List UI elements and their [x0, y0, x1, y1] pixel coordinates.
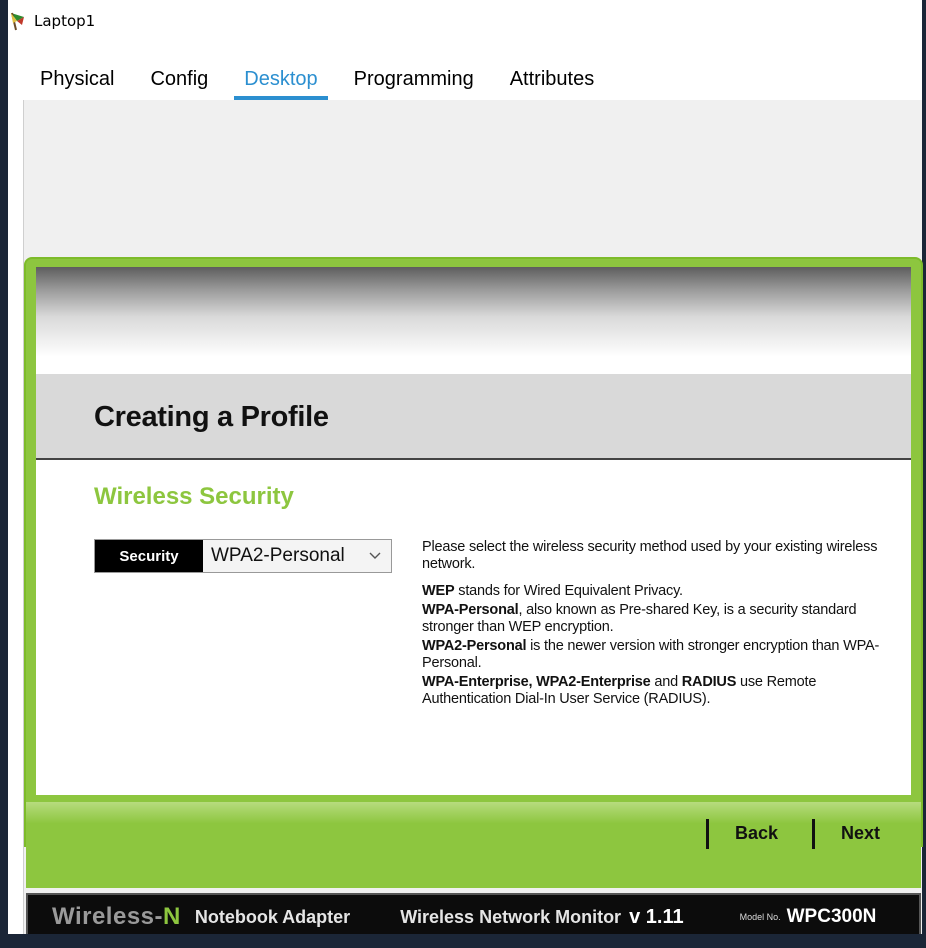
tab-bar: Physical Config Desktop Programming Attr…	[22, 58, 613, 100]
tab-programming[interactable]: Programming	[336, 58, 492, 100]
help-wep: WEP stands for Wired Equivalent Privacy.	[422, 583, 882, 600]
help-ent-term: WPA-Enterprise, WPA2-Enterprise	[422, 674, 651, 690]
nav-separator	[812, 819, 815, 849]
help-intro: Please select the wireless security meth…	[422, 539, 878, 572]
chevron-down-icon	[369, 550, 381, 562]
nav-separator	[706, 819, 709, 849]
window-frame-bottom	[0, 934, 926, 948]
help-wpa-term: WPA-Personal	[422, 602, 519, 618]
desktop-panel: Creating a Profile Wireless Security Sec…	[23, 100, 923, 941]
tab-physical[interactable]: Physical	[22, 58, 132, 100]
tab-desktop[interactable]: Desktop	[226, 58, 335, 100]
help-radius-term: RADIUS	[681, 674, 737, 690]
adapter-label: Notebook Adapter	[194, 906, 351, 927]
back-button[interactable]: Back	[735, 823, 778, 844]
model-number-label: Model No.	[739, 912, 781, 922]
brand-n: N	[163, 903, 181, 930]
tab-attributes[interactable]: Attributes	[492, 58, 612, 100]
brand-main: Wireless-	[52, 903, 163, 930]
help-wpa2-term: WPA2-Personal	[422, 638, 527, 654]
security-label: Security	[95, 540, 203, 572]
tab-config[interactable]: Config	[132, 58, 226, 100]
security-field: Security WPA2-Personal	[94, 539, 392, 573]
profile-content: Creating a Profile Wireless Security Sec…	[36, 267, 911, 795]
model-number-value: WPC300N	[786, 906, 877, 927]
title-bar: Laptop1	[8, 0, 922, 42]
version-label: v 1.11	[629, 905, 684, 928]
monitor-label: Wireless Network Monitor	[400, 906, 622, 927]
window-frame-left	[0, 0, 8, 948]
navigation-bar	[26, 802, 921, 888]
laptop-app-icon	[8, 11, 28, 31]
help-wep-term: WEP	[422, 583, 455, 599]
brand-logo: Wireless-N	[52, 903, 181, 931]
page-title: Creating a Profile	[94, 401, 329, 433]
help-wpa2: WPA2-Personal is the newer version with …	[422, 638, 882, 672]
section-title: Wireless Security	[94, 483, 294, 510]
help-ent-and: and	[650, 674, 682, 690]
app-window: Physical Config Desktop Programming Attr…	[8, 42, 923, 941]
security-select-value: WPA2-Personal	[211, 545, 345, 566]
wireless-monitor-device: Creating a Profile Wireless Security Sec…	[24, 257, 923, 941]
top-gradient	[36, 267, 911, 357]
help-wep-text: stands for Wired Equivalent Privacy.	[454, 583, 683, 599]
security-help-text: Please select the wireless security meth…	[422, 539, 882, 718]
security-method-select[interactable]: WPA2-Personal	[203, 540, 391, 572]
window-title: Laptop1	[34, 12, 96, 30]
next-button[interactable]: Next	[841, 823, 880, 844]
help-enterprise: WPA-Enterprise, WPA2-Enterprise and RADI…	[422, 674, 882, 708]
help-wpa: WPA-Personal, also known as Pre-shared K…	[422, 602, 882, 636]
